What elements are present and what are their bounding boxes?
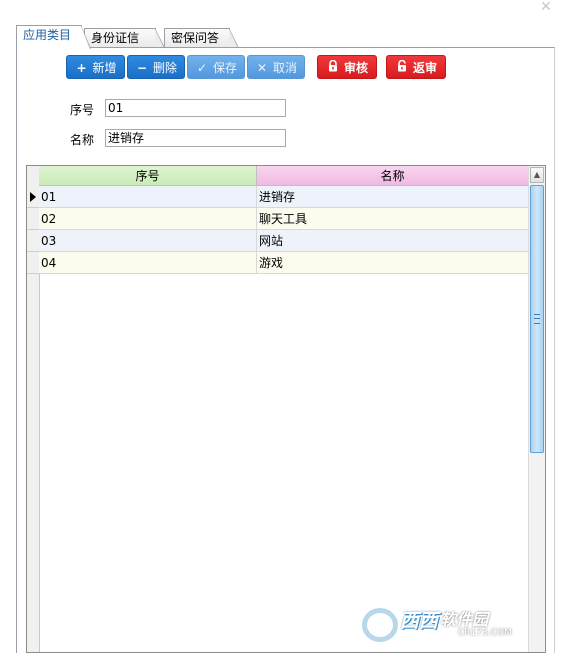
- current-row-pointer-icon: [30, 192, 36, 202]
- grip-icon: [534, 314, 540, 324]
- cell-name[interactable]: 进销存: [257, 186, 528, 208]
- x-icon: ✕: [256, 61, 268, 75]
- watermark-suffix: 软件园: [440, 610, 489, 629]
- plus-icon: +: [76, 61, 87, 75]
- row-header: [27, 252, 39, 274]
- cell-code[interactable]: 01: [39, 186, 257, 208]
- cell-code[interactable]: 04: [39, 252, 257, 274]
- column-header-code[interactable]: 序号: [39, 166, 257, 186]
- table-row[interactable]: 02 聊天工具: [27, 208, 528, 230]
- window-close-icon[interactable]: ✕: [538, 0, 554, 14]
- save-button[interactable]: ✓ 保存: [187, 55, 245, 79]
- cancel-button[interactable]: ✕ 取消: [247, 55, 305, 79]
- watermark-sub: CR173.COM: [458, 628, 512, 638]
- tab-label: 应用类目: [23, 28, 72, 42]
- check-icon: ✓: [196, 61, 208, 75]
- cell-code[interactable]: 02: [39, 208, 257, 230]
- scrollbar-thumb[interactable]: [530, 185, 544, 453]
- tab-security-qa[interactable]: 密保问答: [164, 28, 239, 48]
- row-header: [27, 208, 39, 230]
- column-header-name[interactable]: 名称: [257, 166, 528, 186]
- tab-strip: 应用类目 身份证信息 密保问答: [16, 25, 556, 64]
- watermark-c-icon: [362, 608, 398, 642]
- tab-app-category[interactable]: 应用类目: [16, 25, 91, 49]
- cell-name[interactable]: 游戏: [257, 252, 528, 274]
- category-grid[interactable]: 序号 名称 01 进销存 02 聊天工具 03 网站 04 游戏 ▲: [26, 165, 546, 653]
- unlock-icon: [395, 56, 409, 80]
- approve-button[interactable]: 审核: [317, 55, 377, 79]
- cell-name[interactable]: 聊天工具: [257, 208, 528, 230]
- delete-button[interactable]: − 删除: [127, 55, 185, 79]
- code-field[interactable]: 01: [105, 99, 286, 117]
- code-label: 序号: [70, 103, 95, 117]
- tab-id-card-info[interactable]: 身份证信息: [84, 28, 165, 64]
- row-header: [27, 230, 39, 252]
- vertical-scrollbar[interactable]: ▲: [528, 166, 545, 652]
- table-row[interactable]: 04 游戏: [27, 252, 528, 274]
- lock-icon: [326, 56, 340, 80]
- table-row[interactable]: 03 网站: [27, 230, 528, 252]
- scroll-up-arrow-icon[interactable]: ▲: [530, 167, 544, 183]
- cell-code[interactable]: 03: [39, 230, 257, 252]
- name-label: 名称: [70, 133, 95, 147]
- cell-name[interactable]: 网站: [257, 230, 528, 252]
- watermark-logo: 西西 软件园 CR173.COM: [362, 604, 544, 644]
- name-field[interactable]: 进销存: [105, 129, 286, 147]
- row-header: [27, 186, 39, 208]
- watermark-brand: 西西: [400, 610, 439, 632]
- minus-icon: −: [136, 61, 148, 75]
- table-row[interactable]: 01 进销存: [27, 186, 528, 208]
- tab-label: 密保问答: [171, 31, 220, 45]
- add-button[interactable]: + 新增: [66, 55, 125, 79]
- unapprove-button[interactable]: 返审: [386, 55, 446, 79]
